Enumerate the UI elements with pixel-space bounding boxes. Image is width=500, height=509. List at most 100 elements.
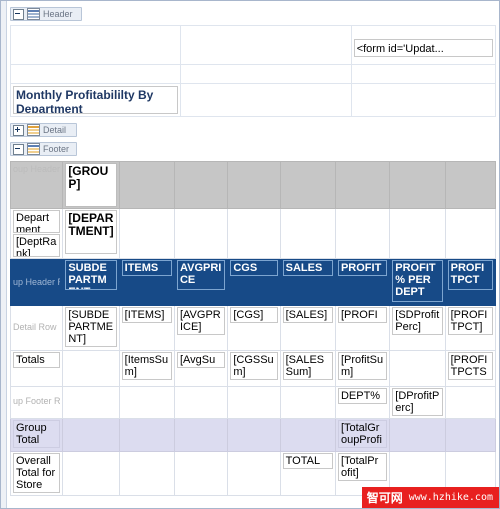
group-band-cell-6[interactable] bbox=[279, 161, 336, 209]
totals-field-cgssum[interactable]: [CGSSum] bbox=[230, 352, 278, 380]
detail-field-sales[interactable]: [SALES] bbox=[282, 307, 333, 323]
column-header-avgprice[interactable]: AVGPRICE bbox=[176, 260, 226, 290]
overall-total-label-cell[interactable]: Overall Total for Store bbox=[9, 451, 64, 496]
column-header-cell-sales[interactable]: SALES bbox=[279, 258, 336, 306]
overall-total-cell-avgprice[interactable] bbox=[173, 451, 229, 496]
header-cell-form-tag[interactable]: <form id='Updat... bbox=[350, 25, 497, 65]
department-row-cell-6[interactable] bbox=[279, 208, 336, 259]
totals-cell-items[interactable]: [ItemsSum] bbox=[118, 350, 175, 387]
group-footer-tag-cell[interactable]: up Footer R bbox=[9, 386, 64, 419]
overall-total-cell-sales[interactable]: TOTAL bbox=[279, 451, 336, 496]
group-band-tag-cell[interactable]: oup Header bbox=[9, 161, 64, 209]
detail-cell-avgprice[interactable]: [AVGPRICE] bbox=[173, 305, 229, 351]
collapse-toggle-footer-icon[interactable] bbox=[13, 143, 24, 155]
department-label-control[interactable]: Department bbox=[13, 210, 61, 233]
group-footer-cell-items[interactable] bbox=[118, 386, 175, 419]
column-header-cell-profitpctperdept[interactable]: PROFIT % PER DEPT bbox=[389, 258, 446, 306]
group-header-band-tag-cell[interactable]: up Header R bbox=[9, 258, 64, 306]
column-header-cell-cgs[interactable]: CGS bbox=[227, 258, 281, 306]
department-row-cell-7[interactable] bbox=[334, 208, 391, 259]
group-footer-field-dprofitperc[interactable]: [DProfitPerc] bbox=[392, 388, 443, 416]
detail-cell-profitpct[interactable]: [PROFITPCT] bbox=[444, 305, 497, 351]
detail-cell-sdprofitperc[interactable]: [SDProfitPerc] bbox=[389, 305, 446, 351]
detail-cell-profit[interactable]: [PROFIT] bbox=[334, 305, 391, 351]
totals-label-cell[interactable]: Totals bbox=[9, 350, 64, 387]
totals-cell-cgs[interactable]: [CGSSum] bbox=[227, 350, 281, 387]
group-band-cell-9[interactable] bbox=[444, 161, 497, 209]
detail-cell-sales[interactable]: [SALES] bbox=[279, 305, 336, 351]
collapse-toggle-header-icon[interactable] bbox=[13, 8, 24, 20]
band-bar-detail[interactable]: Detail bbox=[10, 123, 77, 137]
group-total-cell-profit[interactable]: [TotalGroupProfit] bbox=[334, 418, 391, 452]
detail-cell-items[interactable]: [ITEMS] bbox=[118, 305, 175, 351]
column-header-cell-items[interactable]: ITEMS bbox=[118, 258, 175, 306]
group-footer-cell-avgprice[interactable] bbox=[173, 386, 229, 419]
detail-field-profit[interactable]: [PROFIT] bbox=[337, 307, 388, 323]
group-total-cell-items[interactable] bbox=[118, 418, 175, 452]
column-header-cell-profit[interactable]: PROFIT bbox=[334, 258, 391, 306]
group-footer-cell-cgs[interactable] bbox=[227, 386, 281, 419]
group-expression-control[interactable]: [GROUP] bbox=[65, 163, 117, 207]
detail-field-sdprofitperc[interactable]: [SDProfitPerc] bbox=[392, 307, 443, 335]
dept-rank-field-control[interactable]: [DeptRank] bbox=[13, 234, 61, 257]
expand-toggle-detail-icon[interactable] bbox=[13, 124, 24, 136]
detail-row-tag-cell[interactable]: Detail Row bbox=[9, 305, 64, 351]
group-total-cell-sales[interactable] bbox=[279, 418, 336, 452]
detail-field-items[interactable]: [ITEMS] bbox=[121, 307, 172, 323]
report-title-control[interactable]: Monthly Profitabililty By Department bbox=[13, 86, 179, 114]
totals-field-profitpctsum[interactable]: [PROFITPCTSum] bbox=[447, 352, 493, 380]
group-footer-cell-deptpct-label[interactable]: DEPT% bbox=[334, 386, 391, 419]
totals-cell-sales[interactable]: [SALESSum] bbox=[279, 350, 336, 387]
group-total-cell-avgprice[interactable] bbox=[173, 418, 229, 452]
group-footer-cell-dprofitperc[interactable]: [DProfitPerc] bbox=[389, 386, 446, 419]
band-bar-footer[interactable]: Footer bbox=[10, 142, 77, 156]
column-header-cgs[interactable]: CGS bbox=[230, 260, 278, 276]
group-band-cell-7[interactable] bbox=[334, 161, 391, 209]
header-cell-empty-5[interactable] bbox=[350, 64, 497, 84]
detail-cell-cgs[interactable]: [CGS] bbox=[227, 305, 281, 351]
detail-field-cgs[interactable]: [CGS] bbox=[230, 307, 278, 323]
overall-total-cell-items[interactable] bbox=[118, 451, 175, 496]
header-cell-empty-4[interactable] bbox=[180, 64, 352, 84]
totals-field-salessum[interactable]: [SALESSum] bbox=[282, 352, 333, 380]
group-band-cell-5[interactable] bbox=[227, 161, 281, 209]
detail-cell-subdept[interactable]: [SUBDEPARTMENT] bbox=[62, 305, 120, 351]
header-cell-empty-7[interactable] bbox=[350, 83, 497, 117]
department-field-control[interactable]: [DEPARTMENT] bbox=[65, 210, 117, 254]
header-cell-empty-1[interactable] bbox=[9, 25, 182, 65]
totals-field-itemssum[interactable]: [ItemsSum] bbox=[121, 352, 172, 380]
overall-total-label-control[interactable]: Overall Total for Store bbox=[13, 453, 61, 493]
group-band-cell-8[interactable] bbox=[389, 161, 446, 209]
column-header-sales[interactable]: SALES bbox=[282, 260, 333, 276]
overall-total-cell-subdept[interactable] bbox=[62, 451, 120, 496]
group-footer-cell-subdept[interactable] bbox=[62, 386, 120, 419]
group-total-label-control[interactable]: Group Total bbox=[13, 420, 61, 448]
department-row-cell-8[interactable] bbox=[389, 208, 446, 259]
column-header-cell-avgprice[interactable]: AVGPRICE bbox=[173, 258, 229, 306]
group-expression-cell[interactable]: [GROUP] bbox=[62, 161, 120, 209]
band-bar-header[interactable]: Header bbox=[10, 7, 82, 21]
group-footer-cell-profitpct[interactable] bbox=[444, 386, 497, 419]
overall-total-label-total[interactable]: TOTAL bbox=[282, 453, 333, 469]
column-header-cell-subdept[interactable]: SUBDEPARTMENT bbox=[62, 258, 120, 306]
form-tag-control[interactable]: <form id='Updat... bbox=[353, 39, 493, 57]
column-header-profit-pct-per-dept[interactable]: PROFIT % PER DEPT bbox=[392, 260, 443, 302]
department-field-cell[interactable]: [DEPARTMENT] bbox=[62, 208, 120, 259]
group-band-cell-3[interactable] bbox=[118, 161, 175, 209]
group-footer-cell-sales[interactable] bbox=[279, 386, 336, 419]
totals-cell-subdept[interactable] bbox=[62, 350, 120, 387]
header-cell-empty-2[interactable] bbox=[180, 25, 352, 65]
department-row-cell-5[interactable] bbox=[227, 208, 281, 259]
column-header-items[interactable]: ITEMS bbox=[121, 260, 172, 276]
totals-cell-avgprice[interactable]: [AvgSum] bbox=[173, 350, 229, 387]
column-header-profit[interactable]: PROFIT bbox=[337, 260, 388, 276]
detail-field-profitpct[interactable]: [PROFITPCT] bbox=[447, 307, 493, 335]
overall-total-field-totalprofit[interactable]: [TotalProfit] bbox=[337, 453, 388, 481]
overall-total-cell-cgs[interactable] bbox=[227, 451, 281, 496]
column-header-profitpct[interactable]: PROFITPCT bbox=[447, 260, 493, 290]
detail-field-subdepartment[interactable]: [SUBDEPARTMENT] bbox=[65, 307, 117, 347]
group-total-cell-sdprofitperc[interactable] bbox=[389, 418, 446, 452]
totals-label-control[interactable]: Totals bbox=[13, 352, 61, 368]
department-row-cell-9[interactable] bbox=[444, 208, 497, 259]
totals-cell-profitpct[interactable]: [PROFITPCTSum] bbox=[444, 350, 497, 387]
